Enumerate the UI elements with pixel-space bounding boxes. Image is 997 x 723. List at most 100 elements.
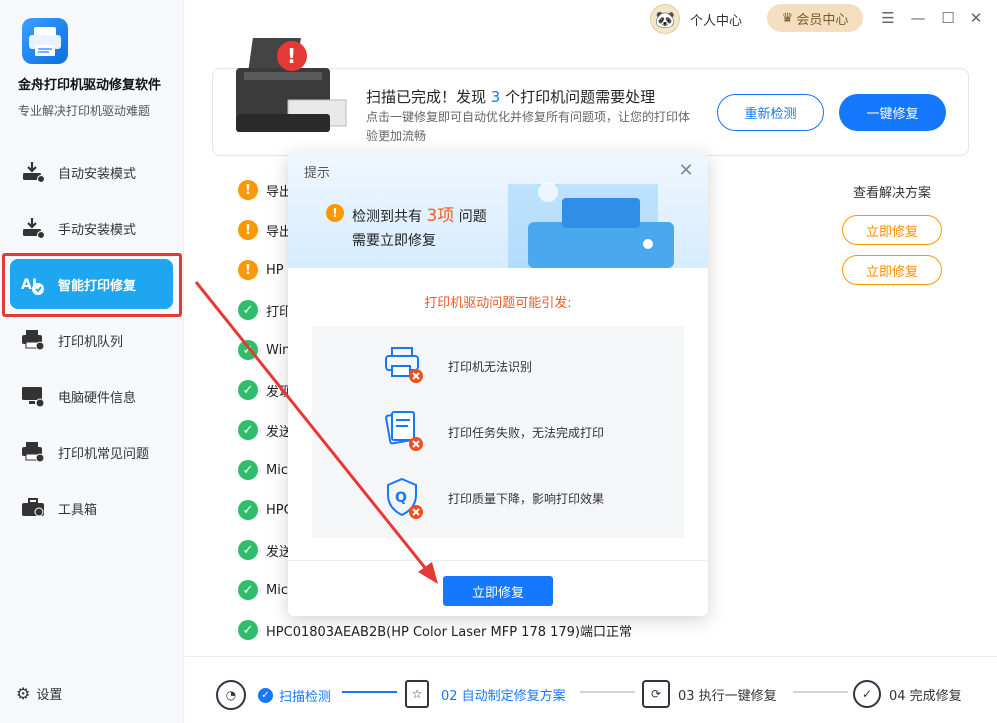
gear-icon: ⚙ bbox=[16, 684, 31, 703]
list-item: ✓ Mic bbox=[238, 460, 288, 480]
check-icon: ✓ bbox=[238, 460, 258, 480]
svg-text:Q: Q bbox=[395, 490, 407, 506]
sidebar-item-toolbox[interactable]: 工具箱 bbox=[0, 483, 184, 533]
solution-column-header: 查看解决方案 bbox=[853, 186, 932, 201]
issue-count: 3 bbox=[490, 88, 501, 106]
check-icon: ✓ bbox=[238, 420, 258, 440]
check-icon: ✓ bbox=[238, 340, 258, 360]
printer-step-icon: ⟳ bbox=[642, 680, 670, 708]
driver-install-icon bbox=[20, 159, 46, 185]
avatar[interactable]: 🐼 bbox=[650, 4, 680, 34]
sidebar-item-label: 工具箱 bbox=[58, 502, 98, 518]
toolbox-icon bbox=[20, 495, 46, 521]
warning-icon: ! bbox=[238, 260, 258, 280]
complete-icon: ✓ bbox=[853, 680, 881, 708]
check-icon: ✓ bbox=[238, 380, 258, 400]
printer-error-icon bbox=[384, 344, 424, 384]
warning-icon: ! bbox=[238, 220, 258, 240]
app-subtitle: 专业解决打印机驱动难题 bbox=[18, 104, 151, 118]
sidebar-item-manual-install[interactable]: 手动安装模式 bbox=[0, 203, 184, 253]
panda-icon: 🐼 bbox=[655, 9, 675, 29]
step-connector bbox=[793, 691, 848, 693]
step-2: ☆ 02 自动制定修复方案 bbox=[405, 680, 566, 708]
list-item: ✓ HPC bbox=[238, 500, 293, 520]
close-icon[interactable]: ✕ bbox=[676, 160, 696, 181]
app-title: 金舟打印机驱动修复软件 bbox=[18, 78, 162, 93]
crown-icon: ♛ bbox=[781, 10, 794, 26]
menu-icon[interactable]: ☰ bbox=[878, 8, 898, 28]
annotation-highlight-box bbox=[2, 253, 182, 317]
list-item: ✓ 发送 bbox=[238, 420, 292, 440]
speedometer-icon: ◔ bbox=[216, 680, 246, 710]
cause-heading: 打印机驱动问题可能引发: bbox=[424, 296, 572, 311]
issue-label: 打印质量下降，影响打印效果 bbox=[448, 492, 605, 506]
list-item: ✓ 发送 bbox=[238, 540, 292, 560]
check-icon: ✓ bbox=[238, 620, 258, 640]
step-label: 03 执行一键修复 bbox=[678, 688, 777, 704]
manual-install-icon bbox=[20, 215, 46, 241]
faq-icon bbox=[20, 439, 46, 465]
dialog-title: 提示 bbox=[304, 166, 331, 181]
list-item: ✓ 打印 bbox=[238, 300, 292, 320]
fix-now-button[interactable]: 立即修复 bbox=[842, 255, 942, 285]
sidebar-item-label: 手动安装模式 bbox=[58, 222, 137, 238]
star-document-icon: ☆ bbox=[405, 680, 429, 708]
svg-text:!: ! bbox=[287, 44, 296, 68]
sidebar-item-hardware-info[interactable]: 电脑硬件信息 bbox=[0, 371, 184, 421]
list-item: ✓ 发现 bbox=[238, 380, 292, 400]
warning-icon: ! bbox=[326, 204, 344, 222]
sidebar-item-label: 自动安装模式 bbox=[58, 166, 137, 182]
sidebar-item-label: 打印机队列 bbox=[58, 334, 124, 350]
issue-count: 3项 bbox=[426, 206, 455, 226]
document-error-icon bbox=[384, 408, 424, 452]
step-4: ✓ 04 完成修复 bbox=[853, 680, 962, 708]
divider bbox=[288, 560, 708, 561]
sidebar-item-label: 电脑硬件信息 bbox=[58, 390, 137, 406]
step-connector bbox=[342, 691, 397, 693]
step-3: ⟳ 03 执行一键修复 bbox=[642, 680, 777, 708]
close-window-icon[interactable]: ✕ bbox=[966, 8, 986, 28]
quality-error-icon: Q bbox=[384, 476, 424, 520]
scan-result-description: 点击一键修复即可自动优化并修复所有问题项，让您的打印体验更加流畅 bbox=[366, 110, 691, 143]
recheck-button[interactable]: 重新检测 bbox=[717, 94, 824, 131]
settings-button[interactable]: ⚙ 设置 bbox=[16, 684, 62, 703]
hardware-info-icon bbox=[20, 383, 46, 409]
sidebar-item-label: 打印机常见问题 bbox=[58, 446, 150, 462]
list-item: ! 导出 bbox=[238, 180, 292, 200]
dialog-header: 提示 ✕ ! 检测到共有 3项 问题 需要立即修复 bbox=[288, 152, 708, 268]
scan-result-title: 扫描已完成！发现 3 个打印机问题需要处理 bbox=[366, 88, 656, 106]
list-item: ! HP bbox=[238, 260, 284, 280]
dialog-message: 检测到共有 3项 问题 需要立即修复 bbox=[352, 206, 487, 249]
check-circle-icon: ✓ bbox=[258, 687, 273, 703]
fix-now-button[interactable]: 立即修复 bbox=[842, 215, 942, 245]
minimize-icon[interactable]: — bbox=[908, 8, 928, 28]
maximize-icon[interactable]: ☐ bbox=[938, 8, 958, 28]
step-label: 扫描检测 bbox=[279, 689, 332, 705]
sidebar-item-auto-install[interactable]: 自动安装模式 bbox=[0, 147, 184, 197]
step-label: 04 完成修复 bbox=[889, 688, 962, 704]
check-icon: ✓ bbox=[238, 300, 258, 320]
list-item: ✓ Mic bbox=[238, 580, 288, 600]
print-queue-icon bbox=[20, 327, 46, 353]
app-logo bbox=[22, 18, 68, 64]
sidebar-item-print-queue[interactable]: 打印机队列 bbox=[0, 315, 184, 365]
repair-now-button[interactable]: 立即修复 bbox=[443, 576, 553, 606]
step-connector bbox=[580, 691, 635, 693]
list-item: ✓ HPC01803AEAB2B(HP Color Laser MFP 178 1… bbox=[238, 620, 632, 640]
vip-label: 会员中心 bbox=[796, 12, 849, 28]
issue-label: 打印机无法识别 bbox=[448, 360, 533, 374]
repair-prompt-dialog: 提示 ✕ ! 检测到共有 3项 问题 需要立即修复 打印机驱动问题可能引发: 打… bbox=[288, 152, 708, 616]
issue-label: 打印任务失败，无法完成打印 bbox=[448, 426, 605, 440]
settings-label: 设置 bbox=[36, 688, 63, 703]
list-item: ! 导出 bbox=[238, 220, 292, 240]
user-center-link[interactable]: 个人中心 bbox=[690, 10, 742, 29]
check-icon: ✓ bbox=[238, 580, 258, 600]
printer-warning-illustration: ! bbox=[228, 30, 354, 140]
check-icon: ✓ bbox=[238, 540, 258, 560]
step-1: ◔ ✓ 扫描检测 bbox=[216, 680, 331, 710]
fix-all-button[interactable]: 一键修复 bbox=[839, 94, 946, 131]
vip-center-button[interactable]: ♛ 会员中心 bbox=[767, 4, 863, 32]
list-item: ✓ Win bbox=[238, 340, 290, 360]
warning-icon: ! bbox=[238, 180, 258, 200]
sidebar-item-faq[interactable]: 打印机常见问题 bbox=[0, 427, 184, 477]
